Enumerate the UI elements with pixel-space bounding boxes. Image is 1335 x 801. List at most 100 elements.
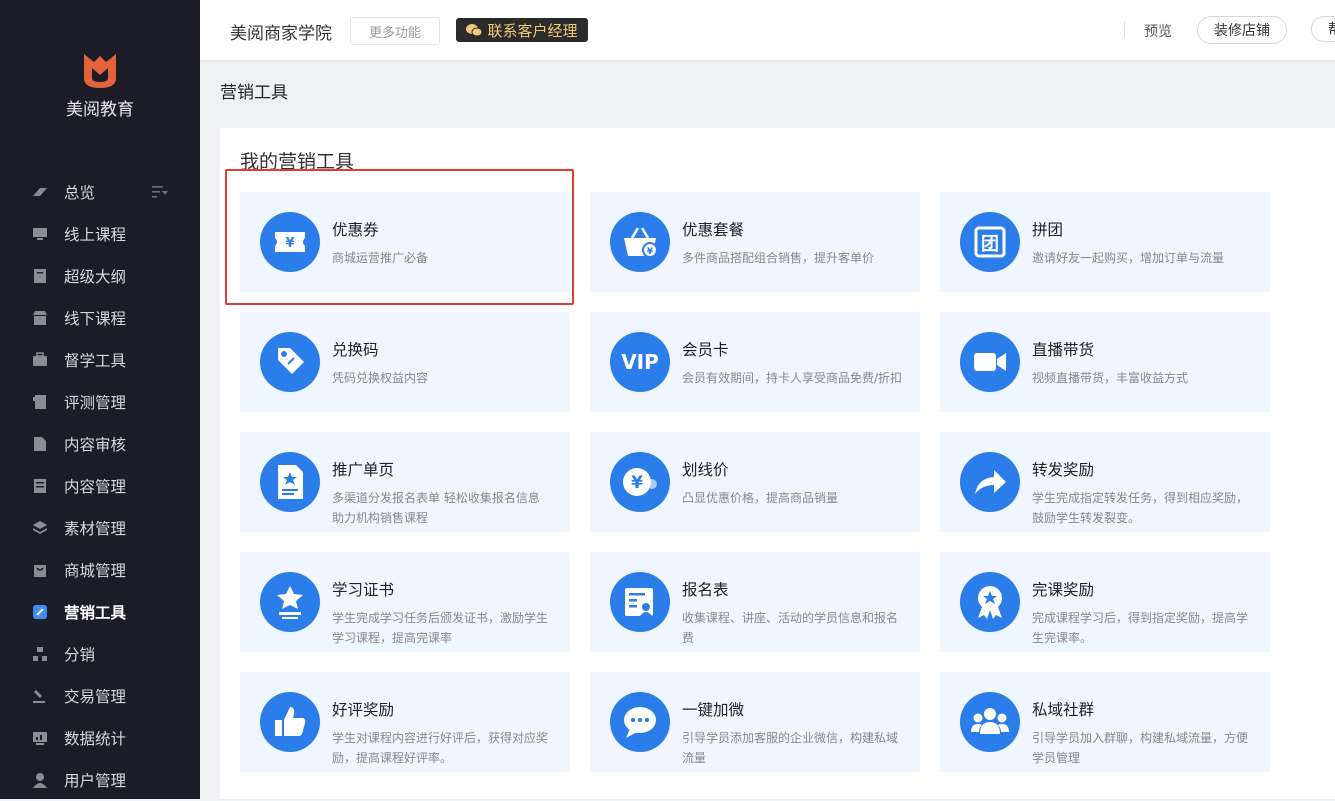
tool-title: 优惠套餐 [682,221,745,239]
contact-manager-label: 联系客户经理 [487,21,578,40]
decorate-store-button[interactable]: 装修店铺 [1197,16,1287,44]
filter-icon[interactable] [152,185,168,199]
top-bar: 美阅商家学院 更多功能 联系客户经理 预览 装修店铺 帮 [200,0,1335,60]
sidebar-item-offline-courses[interactable]: 线下课程 [0,297,200,339]
tool-title: 私域社群 [1032,701,1095,719]
tool-description: 学生完成指定转发任务，得到相应奖励，鼓励学生转发裂变。 [1032,491,1249,525]
tool-card-strikethrough-price[interactable]: ¥ 划线价 凸显优惠价格，提高商品销量 [590,432,920,532]
tool-description: 凸显优惠价格，提高商品销量 [682,491,839,505]
tool-card-completion-reward[interactable]: 完课奖励 完成课程学习后，得到指定奖励，提高学生完课率。 [940,552,1270,652]
tool-title: 学习证书 [332,581,395,599]
sidebar-item-transactions[interactable]: 交易管理 [0,675,200,717]
sidebar-item-label: 评测管理 [64,394,127,412]
marketing-tools-panel: 我的营销工具 ¥ 优惠券 商城运营推广必备 ¥ 优惠套餐 多件商品搭配组合销售，… [220,128,1335,799]
sidebar-item-content-management[interactable]: 内容管理 [0,465,200,507]
wechat-icon [466,24,483,37]
tool-description: 收集课程、讲座、活动的学员信息和报名费 [682,611,899,645]
tool-description: 学生对课程内容进行好评后，获得对应奖励，提高课程好评率。 [332,731,549,765]
tool-card-signup-form[interactable]: 报名表 收集课程、讲座、活动的学员信息和报名费 [590,552,920,652]
sidebar-item-assessment[interactable]: 评测管理 [0,381,200,423]
tool-card-review-reward[interactable]: 好评奖励 学生对课程内容进行好评后，获得对应奖励，提高课程好评率。 [240,672,570,772]
svg-text:¥: ¥ [285,236,294,251]
medal-icon [960,572,1020,632]
sidebar-item-label: 数据统计 [64,730,127,748]
tool-description: 引导学员添加客服的企业微信，构建私域流量 [682,731,899,765]
sidebar-item-super-outline[interactable]: 超级大纲 [0,255,200,297]
sidebar-item-materials[interactable]: 素材管理 [0,507,200,549]
tool-card-membership[interactable]: VIP 会员卡 会员有效期间，持卡人享受商品免费/折扣 [590,312,920,412]
sidebar-item-content-review[interactable]: 内容审核 [0,423,200,465]
sidebar-item-distribution[interactable]: 分销 [0,633,200,675]
sidebar-item-label: 超级大纲 [64,268,127,286]
outline-book-icon [34,269,46,283]
page-title: 营销工具 [220,83,288,103]
tool-title: 好评奖励 [332,701,395,719]
tool-title: 兑换码 [332,341,379,359]
redeem-tag-icon [260,332,320,392]
tool-card-promo-page[interactable]: 推广单页 多渠道分发报名表单 轻松收集报名信息 助力机构销售课程 [240,432,570,532]
tool-card-redeem-code[interactable]: 兑换码 凭码兑换权益内容 [240,312,570,412]
tool-description: 完成课程学习后，得到指定奖励，提高学生完课率。 [1032,611,1249,645]
sidebar-item-overview[interactable]: 总览 [0,171,200,213]
tool-description: 视频直播带货，丰富收益方式 [1032,371,1189,385]
tool-description: 会员有效期间，持卡人享受商品免费/折扣 [682,371,903,385]
sidebar-item-label: 素材管理 [64,520,127,538]
certificate-icon [260,572,320,632]
tool-description: 商城运营推广必备 [332,251,429,265]
shop-bag-icon [34,565,46,577]
basket-icon: ¥ [610,212,670,272]
tool-description: 多渠道分发报名表单 轻松收集报名信息 助力机构销售课程 [332,491,540,525]
distribution-icon [33,647,47,661]
tool-title: 会员卡 [682,341,729,359]
app-title: 美阅商家学院 [230,24,332,44]
sidebar-item-supervision-tools[interactable]: 督学工具 [0,339,200,381]
tool-description: 多件商品搭配组合销售，提升客单价 [682,251,875,265]
tool-description: 邀请好友一起购买，增加订单与流量 [1032,251,1225,265]
exam-icon [33,395,46,409]
tool-title: 完课奖励 [1032,581,1095,599]
gavel-icon [33,690,45,703]
tool-card-certificate[interactable]: 学习证书 学生完成学习任务后颁发证书，激励学生学习课程，提高完课率 [240,552,570,652]
tool-card-group-buy[interactable]: 团 拼团 邀请好友一起购买，增加订单与流量 [940,192,1270,292]
store-icon [33,311,47,325]
sidebar: 美阅教育 总览 线上课程 超级大纲 线下课程 督学工具 评测管理 内容审核 内容… [0,0,200,799]
chat-bubble-icon [610,692,670,752]
sidebar-item-label: 商城管理 [64,562,127,580]
tool-title: 转发奖励 [1032,461,1095,479]
sidebar-item-mall[interactable]: 商城管理 [0,549,200,591]
tool-title: 拼团 [1032,221,1064,239]
tool-card-coupon[interactable]: ¥ 优惠券 商城运营推广必备 [240,192,570,292]
share-arrow-icon [960,452,1020,512]
thumbs-up-icon [260,692,320,752]
brand-logo-icon [84,54,116,88]
tool-description: 学生完成学习任务后颁发证书，激励学生学习课程，提高完课率 [332,611,549,645]
brand-name: 美阅教育 [66,100,134,120]
tool-card-private-community[interactable]: 私域社群 引导学员加入群聊，构建私域流量，方便学员管理 [940,672,1270,772]
community-icon [960,692,1020,752]
sidebar-item-marketing-tools[interactable]: 营销工具 [0,591,200,633]
tool-description: 引导学员加入群聊，构建私域流量，方便学员管理 [1032,731,1249,765]
coupon-icon: ¥ [260,212,320,272]
content-icon [34,479,46,493]
tool-card-add-wechat[interactable]: 一键加微 引导学员添加客服的企业微信，构建私域流量 [590,672,920,772]
svg-text:VIP: VIP [621,350,659,374]
chart-monitor-icon [33,732,47,745]
more-features-button[interactable]: 更多功能 [350,17,440,45]
user-icon [33,773,47,788]
help-button[interactable]: 帮 [1311,16,1335,42]
preview-link[interactable]: 预览 [1144,21,1172,41]
dashboard-icon [33,188,47,196]
sidebar-item-users[interactable]: 用户管理 [0,759,200,801]
svg-text:¥: ¥ [647,247,654,257]
sidebar-item-label: 督学工具 [64,352,127,370]
sidebar-item-online-courses[interactable]: 线上课程 [0,213,200,255]
tool-card-share-reward[interactable]: 转发奖励 学生完成指定转发任务，得到相应奖励，鼓励学生转发裂变。 [940,432,1270,532]
sidebar-item-statistics[interactable]: 数据统计 [0,717,200,759]
tool-title: 直播带货 [1032,341,1095,359]
contact-manager-button[interactable]: 联系客户经理 [456,18,588,42]
tool-card-bundle[interactable]: ¥ 优惠套餐 多件商品搭配组合销售，提升客单价 [590,192,920,292]
tool-card-live-commerce[interactable]: 直播带货 视频直播带货，丰富收益方式 [940,312,1270,412]
sidebar-nav: 总览 线上课程 超级大纲 线下课程 督学工具 评测管理 内容审核 内容管理 素材… [0,171,200,801]
tool-title: 报名表 [682,581,729,599]
briefcase-icon [33,352,47,366]
